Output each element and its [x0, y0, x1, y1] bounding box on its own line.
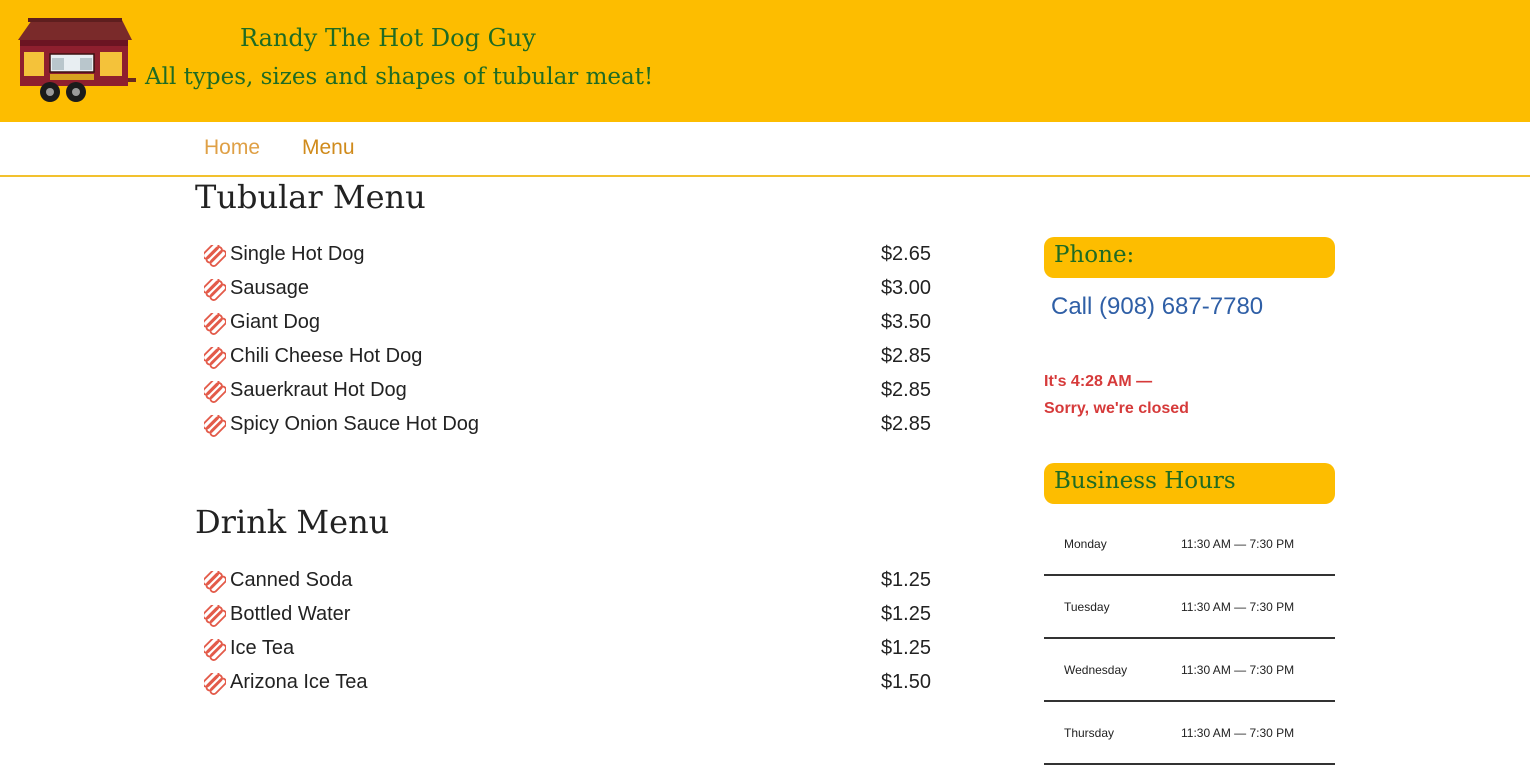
menu-item: Single Hot Dog $2.65: [204, 240, 934, 274]
hours-time: 11:30 AM — 7:30 PM: [1181, 701, 1335, 765]
menu-item: Sausage $3.00: [204, 274, 934, 308]
status-time: It's 4:28 AM —: [1044, 373, 1153, 390]
hot-dog-icon: [204, 673, 226, 695]
phone-heading-box: Phone:: [1044, 237, 1335, 278]
food-menu-title: Tubular Menu: [195, 178, 426, 216]
nav-item-menu[interactable]: Menu: [302, 136, 355, 160]
hot-dog-icon: [204, 605, 226, 627]
menu-item: Chili Cheese Hot Dog $2.85: [204, 342, 934, 376]
hot-dog-icon: [204, 313, 226, 335]
food-menu-list: Single Hot Dog $2.65 Sausage $3.00 Giant…: [204, 240, 934, 444]
hours-heading-box: Business Hours: [1044, 463, 1335, 504]
site-tagline: All types, sizes and shapes of tubular m…: [145, 64, 654, 90]
hot-dog-icon: [204, 571, 226, 593]
menu-item-name: Giant Dog: [230, 311, 321, 333]
hours-day: Thursday: [1044, 701, 1181, 765]
hot-dog-icon: [204, 245, 226, 267]
table-row: Wednesday 11:30 AM — 7:30 PM: [1044, 638, 1335, 702]
menu-item-name: Ice Tea: [230, 637, 295, 659]
main-nav: Home Menu: [0, 122, 1530, 177]
menu-item-name: Spicy Onion Sauce Hot Dog: [230, 413, 480, 435]
menu-item-name: Sausage: [230, 277, 309, 299]
menu-item-price: $2.85: [880, 345, 931, 367]
nav-item-home[interactable]: Home: [204, 136, 260, 160]
menu-item-price: $3.50: [880, 311, 931, 333]
table-row: Thursday 11:30 AM — 7:30 PM: [1044, 701, 1335, 765]
menu-item-name: Bottled Water: [230, 603, 351, 625]
hot-dog-icon: [204, 639, 226, 661]
menu-item-name: Sauerkraut Hot Dog: [230, 379, 407, 401]
hours-time: 11:30 AM — 7:30 PM: [1181, 638, 1335, 702]
site-title: Randy The Hot Dog Guy: [240, 24, 536, 52]
menu-item: Spicy Onion Sauce Hot Dog $2.85: [204, 410, 934, 444]
menu-item-price: $1.25: [880, 569, 931, 591]
drink-menu-title: Drink Menu: [195, 503, 390, 541]
menu-item-name: Arizona Ice Tea: [230, 671, 368, 693]
phone-heading: Phone:: [1054, 242, 1135, 268]
menu-item-price: $2.85: [880, 413, 931, 435]
food-truck-logo-icon[interactable]: [14, 16, 138, 106]
menu-item-name: Chili Cheese Hot Dog: [230, 345, 423, 367]
phone-call-link[interactable]: Call (908) 687-7780: [1051, 293, 1263, 321]
menu-item: Arizona Ice Tea $1.50: [204, 668, 934, 702]
menu-item-price: $1.25: [880, 603, 931, 625]
menu-item: Giant Dog $3.50: [204, 308, 934, 342]
business-hours-table: Monday 11:30 AM — 7:30 PM Tuesday 11:30 …: [1044, 513, 1335, 765]
hours-day: Wednesday: [1044, 638, 1181, 702]
hot-dog-icon: [204, 279, 226, 301]
hours-time: 11:30 AM — 7:30 PM: [1181, 575, 1335, 639]
menu-item: Canned Soda $1.25: [204, 566, 934, 600]
menu-item-price: $1.25: [880, 637, 931, 659]
menu-item-name: Canned Soda: [230, 569, 353, 591]
hot-dog-icon: [204, 415, 226, 437]
menu-item-price: $2.65: [880, 243, 931, 265]
table-row: Monday 11:30 AM — 7:30 PM: [1044, 513, 1335, 576]
status-closed-message: Sorry, we're closed: [1044, 400, 1189, 417]
table-row: Tuesday 11:30 AM — 7:30 PM: [1044, 575, 1335, 639]
hot-dog-icon: [204, 347, 226, 369]
menu-item: Ice Tea $1.25: [204, 634, 934, 668]
hours-day: Tuesday: [1044, 575, 1181, 639]
site-header: Randy The Hot Dog Guy All types, sizes a…: [0, 0, 1530, 122]
hours-heading: Business Hours: [1054, 468, 1236, 494]
menu-item-price: $1.50: [880, 671, 931, 693]
menu-item: Bottled Water $1.25: [204, 600, 934, 634]
drink-menu-list: Canned Soda $1.25 Bottled Water $1.25 Ic…: [204, 566, 934, 702]
menu-item-price: $2.85: [880, 379, 931, 401]
menu-item: Sauerkraut Hot Dog $2.85: [204, 376, 934, 410]
menu-item-name: Single Hot Dog: [230, 243, 365, 265]
menu-item-price: $3.00: [880, 277, 931, 299]
hot-dog-icon: [204, 381, 226, 403]
hours-day: Monday: [1044, 513, 1181, 576]
hours-time: 11:30 AM — 7:30 PM: [1181, 513, 1335, 576]
